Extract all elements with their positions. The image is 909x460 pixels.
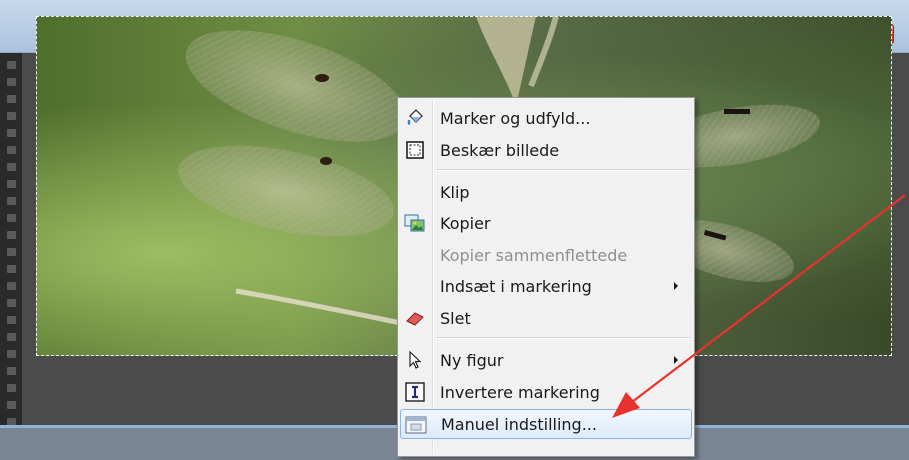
filmstrip-perforation [7,333,16,341]
menu-item-label: Manuel indstilling... [441,414,597,434]
filmstrip-perforation [7,180,16,188]
menu-item-kopier[interactable]: Kopier [400,208,692,238]
filmstrip-perforation [7,95,16,103]
menu-item-invertere-markering[interactable]: Invertere markering [400,377,692,407]
menu-item-label: Beskær billede [440,140,560,160]
menu-item-label: Slet [440,308,471,328]
menu-item-ny-figur[interactable]: Ny figur [400,345,692,375]
filmstrip-perforation [7,299,16,307]
menu-item-label: Ny figur [440,350,504,370]
menu-item-kopier-sammenflettede: Kopier sammenflettede [400,240,692,270]
menu-item-label: Kopier sammenflettede [440,245,628,265]
filmstrip-edge [0,53,22,426]
window-settings-icon [405,415,427,435]
menu-separator [436,337,690,339]
filmstrip-perforation [7,350,16,358]
menu-separator [436,169,690,171]
filmstrip-perforation [7,146,16,154]
menu-item-klip[interactable]: Klip [400,177,692,207]
menu-item-label: Klip [440,182,470,202]
filmstrip-perforation [7,248,16,256]
filmstrip-perforation [7,197,16,205]
filmstrip-perforation [7,231,16,239]
menu-item-label: Indsæt i markering [440,276,592,296]
cursor-icon [404,350,426,370]
paint-bucket-icon [404,108,426,128]
menu-item-label: Marker og udfyld... [440,108,591,128]
filmstrip-perforation [7,214,16,222]
filmstrip-perforation [7,384,16,392]
filmstrip-perforation [7,129,16,137]
submenu-arrow-icon [674,356,678,364]
menu-item-label: Kopier [440,213,491,233]
menu-item-manuel-indstilling[interactable]: Manuel indstilling... [400,409,692,439]
copy-icon [404,213,426,233]
filmstrip-perforation [7,367,16,375]
filmstrip-perforation [7,163,16,171]
filmstrip-perforation [7,61,16,69]
menu-item-indsaet-i-markering[interactable]: Indsæt i markering [400,271,692,301]
menu-item-marker-og-udfyld[interactable]: Marker og udfyld... [400,103,692,133]
menu-item-slet[interactable]: Slet [400,303,692,333]
invert-selection-icon [404,382,426,402]
menu-item-label: Invertere markering [440,382,600,402]
filmstrip-perforation [7,282,16,290]
filmstrip-perforation [7,316,16,324]
crop-icon [404,140,426,160]
eraser-icon [404,308,426,328]
filmstrip-perforation [7,78,16,86]
menu-item-beskaer-billede[interactable]: Beskær billede [400,135,692,165]
filmstrip-perforation [7,401,16,409]
context-menu: Marker og udfyld... Beskær billede Klip … [397,97,695,457]
submenu-arrow-icon [674,282,678,290]
filmstrip-perforation [7,265,16,273]
filmstrip-perforation [7,112,16,120]
